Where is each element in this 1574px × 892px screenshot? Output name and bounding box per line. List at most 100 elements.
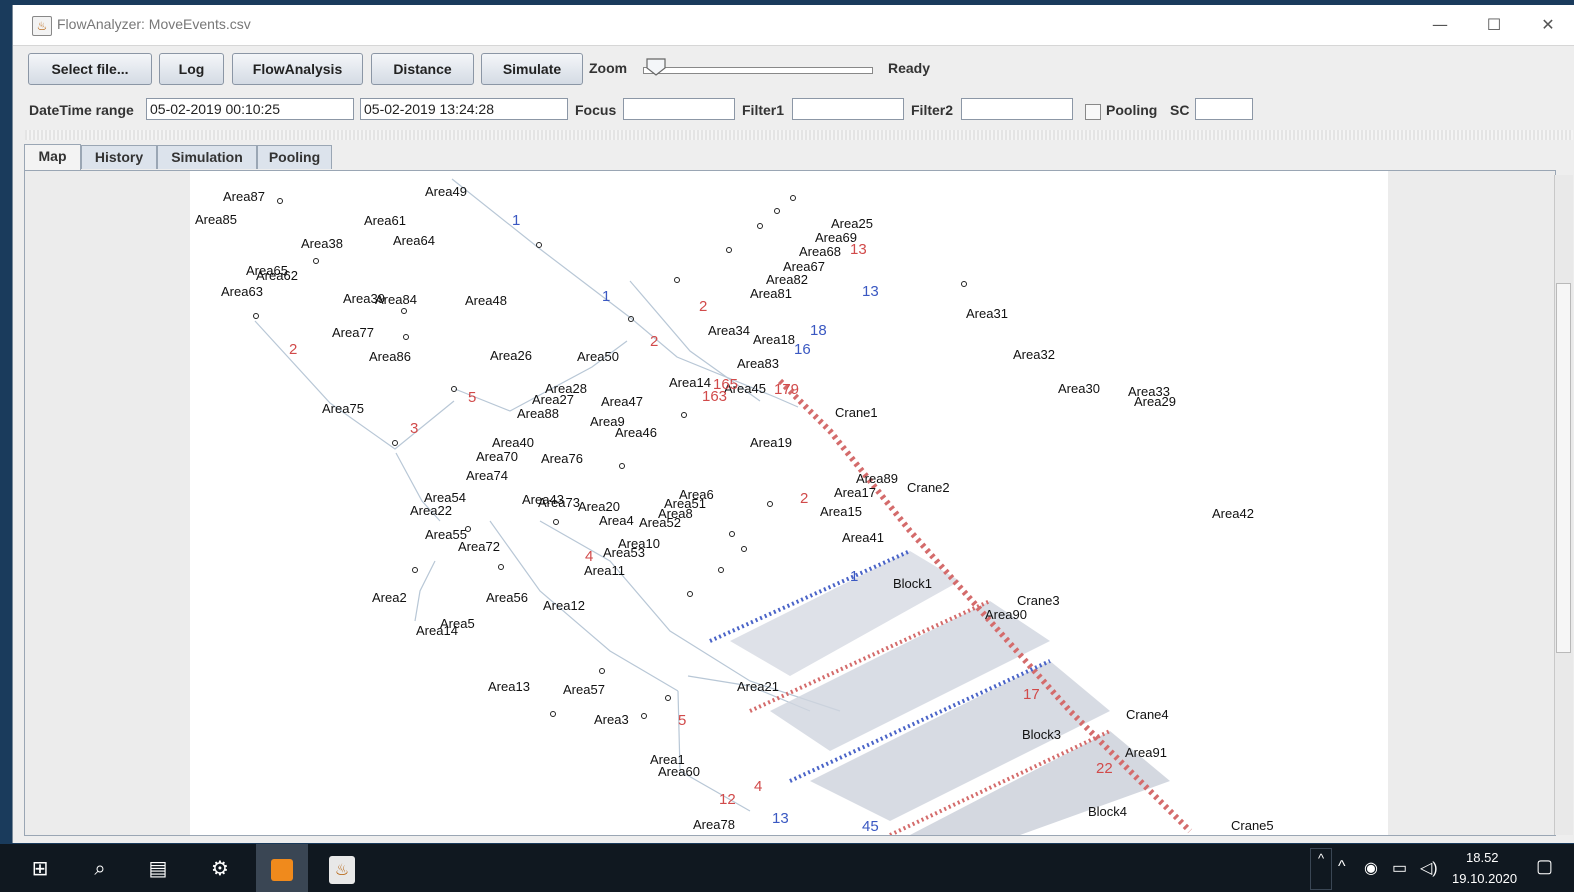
close-button[interactable]: ✕ [1525,11,1571,39]
sc-label: SC [1170,102,1190,118]
tab-simulation[interactable]: Simulation [157,145,257,169]
map-label: Area40 [492,435,534,450]
flow-map: Area87 Area85 Area49 Area61 Area64 Area3… [195,178,1274,835]
title-bar: ♨ FlowAnalyzer: MoveEvents.csv — ☐ ✕ [13,5,1574,46]
map-label: Area68 [799,244,841,259]
sc-input[interactable] [1195,98,1253,120]
java-taskbar-icon[interactable]: ♨ [326,852,358,884]
map-label: Area18 [753,332,795,347]
tab-history[interactable]: History [81,145,157,169]
map-label: Area49 [425,184,467,199]
flow-number: 1 [850,568,858,585]
network-icon[interactable]: ◉ [1364,858,1378,878]
windows-start-icon[interactable]: ⊞ [24,852,56,884]
flow-number: 2 [289,341,297,358]
map-label: Area74 [466,468,508,483]
settings-gear-icon[interactable]: ⚙ [204,852,236,884]
minimize-button[interactable]: — [1417,11,1463,39]
map-canvas[interactable]: Area87 Area85 Area49 Area61 Area64 Area3… [190,171,1388,835]
datetime-range-label: DateTime range [29,102,134,118]
search-icon[interactable]: ⌕ [84,852,116,884]
map-label: Area57 [563,682,605,697]
zoom-slider-track[interactable] [643,67,873,74]
volume-icon[interactable]: ◁) [1420,858,1438,878]
map-label: Area77 [332,325,374,340]
split-pane-divider[interactable] [25,130,1573,140]
log-button[interactable]: Log [159,53,224,85]
tray-scroll-icon[interactable]: ^ [1310,848,1332,890]
map-label: Area34 [708,323,750,338]
display-icon[interactable]: ▭ [1392,858,1407,878]
map-label: Area31 [966,306,1008,321]
distance-button[interactable]: Distance [371,53,474,85]
flow-number: 45 [862,818,879,835]
tab-map[interactable]: Map [24,144,81,170]
map-label: Area82 [766,272,808,287]
end-datetime-field[interactable]: 05-02-2019 13:24:28 [360,98,568,120]
pooling-checkbox[interactable] [1085,104,1101,120]
map-label: Area53 [603,545,645,560]
map-label: Area2 [372,590,407,605]
notifications-icon[interactable]: ▢ [1536,856,1553,877]
map-label: Area29 [1134,394,1176,409]
map-label: Crane5 [1231,818,1274,833]
flow-number: 163 [702,388,727,405]
map-label: Area15 [820,504,862,519]
map-label: Area46 [615,425,657,440]
filter2-label: Filter2 [911,102,954,118]
show-hidden-icons-icon[interactable]: ^ [1338,858,1346,876]
map-label: Area13 [488,679,530,694]
map-label: Area56 [486,590,528,605]
flow-number: 2 [800,490,808,507]
map-label: Area52 [639,515,681,530]
flow-number: 18 [810,322,827,339]
map-label: Area90 [985,607,1027,622]
app-window: ♨ FlowAnalyzer: MoveEvents.csv — ☐ ✕ Sel… [12,5,1574,843]
map-label: Block4 [1088,804,1127,819]
map-label: Area27 [532,392,574,407]
flow-number: 13 [772,810,789,827]
flow-number: 5 [468,389,476,406]
map-label: Area20 [578,499,620,514]
map-label: Area87 [223,189,265,204]
map-label: Area91 [1125,745,1167,760]
status-text: Ready [888,60,931,76]
focus-label: Focus [575,102,617,118]
map-label: Area76 [541,451,583,466]
flow-number: 179 [774,381,799,398]
flow-number: 22 [1096,760,1113,777]
map-label: Area88 [517,406,559,421]
map-label: Area78 [693,817,735,832]
tab-pooling[interactable]: Pooling [257,145,332,169]
task-view-icon[interactable]: ▤ [142,852,174,884]
simulate-button[interactable]: Simulate [481,53,583,85]
maximize-button[interactable]: ☐ [1471,11,1517,39]
zoom-slider-thumb[interactable] [646,58,666,76]
map-label: Area42 [1212,506,1254,521]
flow-number: 16 [794,341,811,358]
map-label: Crane2 [907,480,950,495]
taskbar-date: 19.10.2020 [1452,871,1518,886]
start-datetime-field[interactable]: 05-02-2019 00:10:25 [146,98,354,120]
select-file-button[interactable]: Select file... [28,53,152,85]
map-label: Area5 [440,616,475,631]
map-label: Area64 [393,233,435,248]
java-app-icon: ♨ [32,16,52,36]
focus-input[interactable] [623,98,735,120]
flow-number: 2 [650,333,658,350]
map-label: Area81 [750,286,792,301]
map-label: Area70 [476,449,518,464]
map-label: Area62 [256,268,298,283]
map-label: Area21 [737,679,779,694]
flow-number: 13 [850,241,867,258]
scrollbar-thumb[interactable] [1556,283,1571,653]
map-label: Area26 [490,348,532,363]
filter2-input[interactable] [961,98,1073,120]
map-label: Area61 [364,213,406,228]
flow-analysis-button[interactable]: FlowAnalysis [232,53,363,85]
map-vertical-scrollbar[interactable] [1554,175,1573,835]
map-label: Area72 [458,539,500,554]
filter1-input[interactable] [792,98,904,120]
media-player-icon[interactable] [256,844,308,892]
map-label: Area38 [301,236,343,251]
